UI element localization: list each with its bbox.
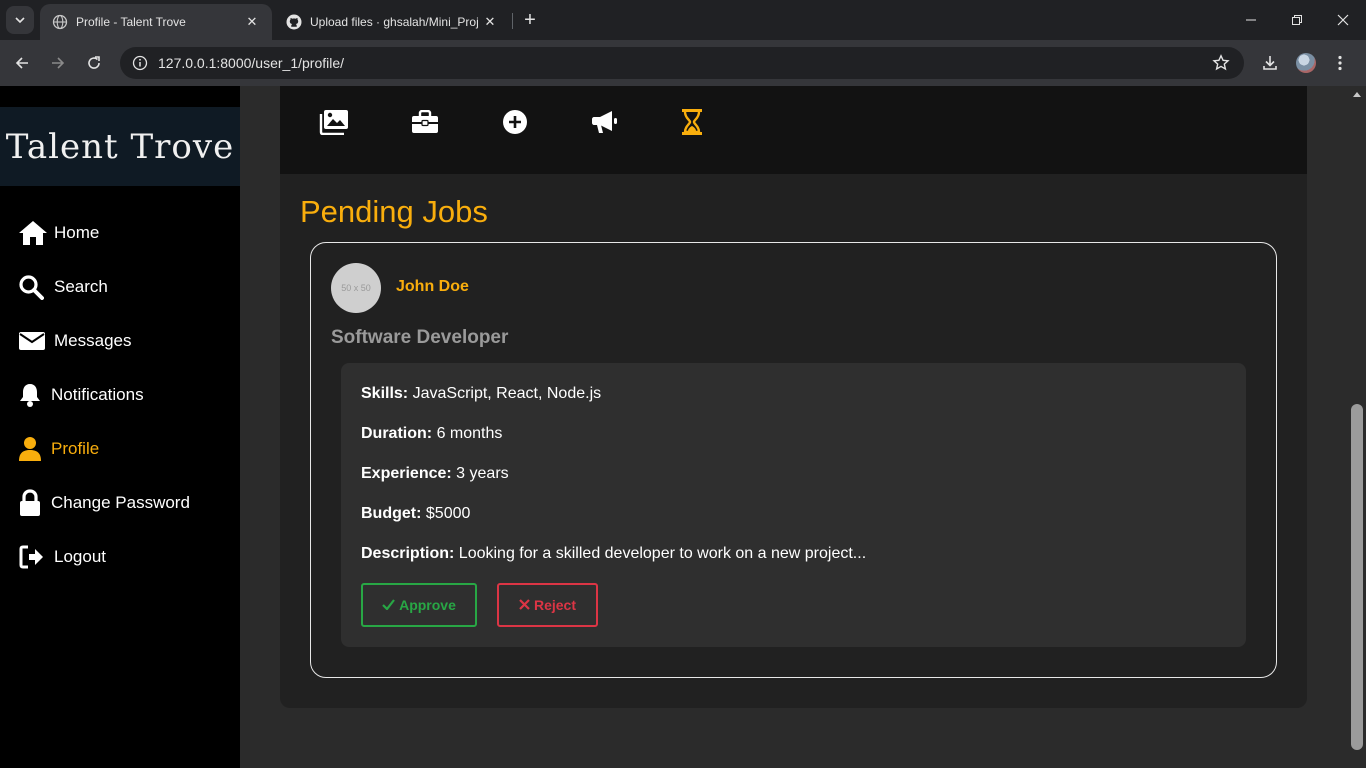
job-duration: Duration: 6 months [361, 425, 502, 443]
skills-value: JavaScript, React, Node.js [412, 385, 602, 402]
images-icon[interactable] [318, 106, 350, 138]
sidebar-item-label: Messages [54, 331, 132, 350]
logout-icon [18, 542, 48, 572]
briefcase-icon[interactable] [409, 106, 441, 138]
browser-tab-upload[interactable]: Upload files · ghsalah/Mini_Proj ✕ [274, 4, 510, 40]
description-value: Looking for a skilled developer to work … [458, 545, 867, 562]
profile-avatar-icon[interactable] [1292, 49, 1320, 77]
job-budget: Budget: $5000 [361, 505, 470, 523]
budget-value: $5000 [425, 505, 471, 522]
home-icon [18, 218, 48, 248]
scroll-up-arrow-icon[interactable] [1353, 92, 1361, 97]
sidebar-item-label: Logout [54, 547, 106, 566]
bookmark-star-icon[interactable] [1212, 54, 1230, 72]
experience-label: Experience: [361, 465, 452, 482]
reject-label: Reject [533, 597, 577, 613]
duration-value: 6 months [436, 425, 503, 442]
sidebar-item-search[interactable]: Search [18, 272, 108, 302]
avatar: 50 x 50 [331, 263, 381, 313]
close-window-icon[interactable] [1320, 0, 1366, 40]
site-info-icon[interactable] [132, 55, 148, 71]
reload-icon[interactable] [80, 49, 108, 77]
more-menu-icon[interactable] [1326, 49, 1354, 77]
profile-icon-bar [280, 86, 1307, 174]
skills-label: Skills: [361, 385, 409, 402]
experience-value: 3 years [456, 465, 509, 482]
brand-name: Talent Trove [5, 126, 235, 167]
download-icon[interactable] [1256, 49, 1284, 77]
sidebar-item-label: Profile [51, 439, 100, 458]
duration-label: Duration: [361, 425, 433, 442]
page-scrollbar[interactable] [1349, 86, 1366, 768]
sidebar-item-messages[interactable]: Messages [18, 326, 131, 356]
main-content: Pending Jobs 50 x 50 John Doe Software D… [240, 86, 1349, 768]
sidebar-item-label: Notifications [51, 385, 144, 404]
job-skills: Skills: JavaScript, React, Node.js [361, 385, 601, 403]
sidebar-item-label: Change Password [51, 493, 190, 512]
new-tab-icon[interactable]: + [518, 8, 542, 32]
tab-title: Upload files · ghsalah/Mini_Proj [310, 15, 479, 29]
scrollbar-thumb[interactable] [1351, 404, 1363, 750]
sidebar-item-label: Home [54, 223, 100, 242]
chevron-down-icon [15, 17, 25, 24]
page-title: Pending Jobs [300, 194, 488, 229]
user-icon [18, 434, 45, 464]
job-title: Software Developer [331, 327, 509, 348]
sidebar-item-change-password[interactable]: Change Password [18, 488, 190, 518]
tab-divider [512, 13, 513, 29]
plus-circle-icon[interactable] [499, 106, 531, 138]
search-icon [18, 272, 46, 302]
url-text: 127.0.0.1:8000/user_1/profile/ [158, 55, 345, 71]
browser-toolbar: 127.0.0.1:8000/user_1/profile/ [0, 40, 1366, 86]
check-icon [382, 597, 395, 613]
page-viewport: Talent Trove Home Search Messages Notifi [0, 86, 1366, 768]
sidebar-item-profile[interactable]: Profile [18, 434, 99, 464]
sidebar: Talent Trove Home Search Messages Notifi [0, 86, 240, 768]
browser-tab-profile[interactable]: Profile - Talent Trove ✕ [40, 4, 272, 40]
megaphone-icon[interactable] [589, 106, 621, 138]
job-description: Description: Looking for a skilled devel… [361, 545, 866, 563]
restore-icon[interactable] [1274, 0, 1320, 40]
lock-icon [18, 488, 45, 518]
budget-label: Budget: [361, 505, 422, 522]
back-icon[interactable] [8, 49, 36, 77]
approve-button[interactable]: Approve [361, 583, 477, 627]
x-icon [519, 597, 530, 613]
reject-button[interactable]: Reject [497, 583, 598, 627]
hourglass-icon[interactable] [676, 106, 708, 138]
approve-label: Approve [399, 597, 456, 613]
minimize-icon[interactable] [1228, 0, 1274, 40]
sidebar-item-label: Search [54, 277, 108, 296]
forward-icon[interactable] [44, 49, 72, 77]
brand-logo[interactable]: Talent Trove [0, 107, 240, 186]
description-label: Description: [361, 545, 455, 562]
tab-title: Profile - Talent Trove [76, 15, 186, 29]
address-bar[interactable]: 127.0.0.1:8000/user_1/profile/ [120, 47, 1244, 79]
sidebar-item-home[interactable]: Home [18, 218, 99, 248]
envelope-icon [18, 326, 48, 356]
github-icon [286, 14, 302, 30]
close-icon[interactable]: ✕ [244, 14, 260, 30]
globe-icon [52, 14, 68, 30]
tab-search-button[interactable] [6, 6, 34, 34]
pending-jobs-panel: Pending Jobs 50 x 50 John Doe Software D… [280, 174, 1307, 708]
job-details: Skills: JavaScript, React, Node.js Durat… [341, 363, 1246, 647]
job-card: 50 x 50 John Doe Software Developer Skil… [310, 242, 1277, 678]
browser-tabbar: Profile - Talent Trove ✕ Upload files · … [0, 0, 1366, 40]
sidebar-item-notifications[interactable]: Notifications [18, 380, 144, 410]
close-icon[interactable]: ✕ [482, 14, 498, 30]
avatar-placeholder-text: 50 x 50 [341, 283, 371, 293]
bell-icon [18, 380, 45, 410]
job-user-name[interactable]: John Doe [396, 278, 469, 296]
job-experience: Experience: 3 years [361, 465, 509, 483]
sidebar-item-logout[interactable]: Logout [18, 542, 106, 572]
